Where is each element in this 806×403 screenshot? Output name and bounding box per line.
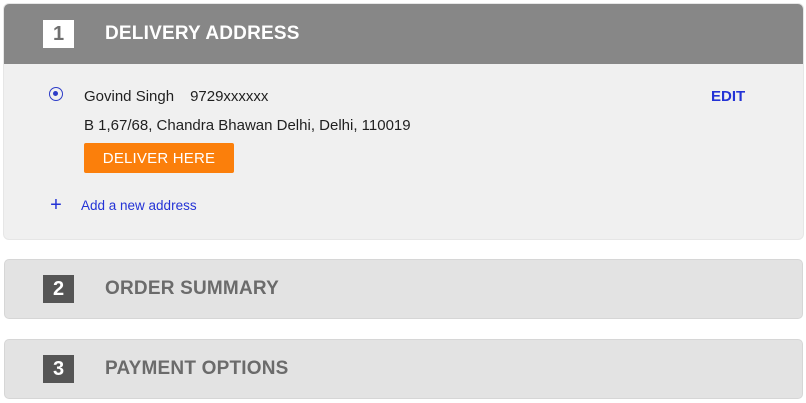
delivery-address-header[interactable]: 1 DELIVERY ADDRESS [4, 4, 803, 64]
step-number: 3 [43, 355, 74, 383]
add-new-address-label: Add a new address [81, 197, 197, 213]
section-title: DELIVERY ADDRESS [105, 23, 300, 44]
customer-address: B 1,67/68, Chandra Bhawan Delhi, Delhi, … [84, 117, 411, 134]
edit-address-link[interactable]: EDIT [711, 88, 745, 105]
payment-options-section[interactable]: 3 PAYMENT OPTIONS [4, 339, 803, 399]
section-title: PAYMENT OPTIONS [105, 358, 289, 379]
customer-phone: 9729xxxxxx [190, 88, 269, 105]
step-number: 2 [43, 275, 74, 303]
deliver-here-button[interactable]: DELIVER HERE [84, 143, 234, 173]
section-title: ORDER SUMMARY [105, 278, 279, 299]
plus-icon: + [50, 194, 62, 216]
address-radio-selected[interactable] [49, 87, 63, 101]
address-name-line: Govind Singh 9729xxxxxx [84, 88, 268, 105]
customer-name: Govind Singh [84, 88, 175, 105]
order-summary-section[interactable]: 2 ORDER SUMMARY [4, 259, 803, 319]
add-new-address-link[interactable]: + Add a new address [48, 194, 197, 216]
step-number: 1 [43, 20, 74, 48]
